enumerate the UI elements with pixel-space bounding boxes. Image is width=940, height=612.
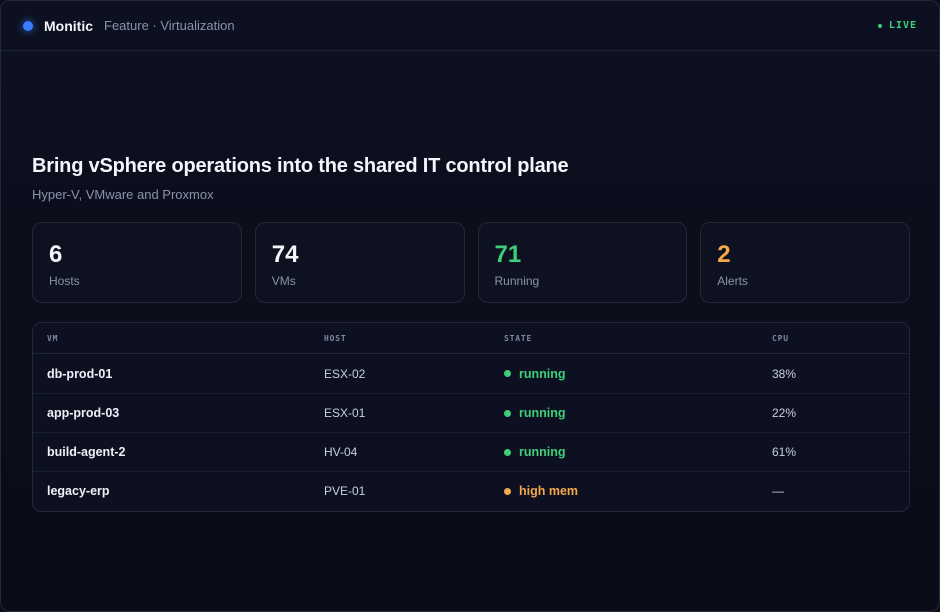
stat-label: VMs <box>271 274 296 288</box>
stat-value: 74 <box>271 241 299 268</box>
vm-name-cell: build-agent-2 <box>47 445 126 459</box>
column-header-vm[interactable]: VM <box>33 334 324 343</box>
stats-row: 6 Hosts 74 VMs 71 Running 2 Alerts <box>32 222 910 303</box>
cpu-cell: 22% <box>772 406 797 420</box>
status-dot-icon <box>504 487 511 495</box>
stat-value: 2 <box>717 241 731 268</box>
status-dot-icon <box>504 448 511 456</box>
stat-value: 6 <box>49 241 63 268</box>
stat-value: 71 <box>494 241 522 268</box>
state-cell: running <box>504 367 772 381</box>
brand-name[interactable]: Monitic <box>44 18 93 34</box>
state-text: running <box>519 445 566 459</box>
stat-card-alerts[interactable]: 2 Alerts <box>700 222 910 303</box>
state-text: running <box>519 406 566 420</box>
brand-logo-icon <box>23 20 33 31</box>
column-header-host[interactable]: HOST <box>324 334 504 343</box>
table-header-row: VM HOST STATE CPU <box>33 323 909 354</box>
table-row[interactable]: build-agent-2 HV-04 running 61% <box>33 432 909 471</box>
app-window: Monitic Feature · Virtualization LIVE Br… <box>0 0 940 612</box>
breadcrumb: Feature · Virtualization <box>104 18 235 33</box>
vm-name-cell: app-prod-03 <box>47 406 120 420</box>
state-text: running <box>519 366 566 381</box>
stat-label: Hosts <box>49 274 80 288</box>
stat-label: Alerts <box>717 274 748 288</box>
page-title: Bring vSphere operations into the shared… <box>32 155 569 177</box>
column-header-state[interactable]: STATE <box>504 334 772 343</box>
cpu-cell: 38% <box>772 366 797 381</box>
state-text: high mem <box>519 484 579 498</box>
vm-name-cell: db-prod-01 <box>47 366 113 381</box>
stat-card-running[interactable]: 71 Running <box>477 222 688 303</box>
live-status-badge: LIVE <box>877 20 917 31</box>
table-row[interactable]: db-prod-01 ESX-02 running 38% <box>33 354 909 393</box>
live-dot-icon <box>877 23 882 28</box>
cpu-cell: 61% <box>772 445 797 459</box>
host-cell: HV-04 <box>324 445 358 459</box>
stat-card-hosts[interactable]: 6 Hosts <box>32 222 242 303</box>
host-cell: ESX-01 <box>324 406 366 420</box>
page-subtitle: Hyper-V, VMware and Proxmox <box>32 187 214 202</box>
stat-label: Running <box>494 274 540 288</box>
table-row[interactable]: app-prod-03 ESX-01 running 22% <box>33 393 909 432</box>
host-cell: ESX-02 <box>324 366 366 381</box>
state-cell: running <box>504 445 772 459</box>
top-bar: Monitic Feature · Virtualization LIVE <box>1 1 939 51</box>
status-dot-icon <box>504 409 511 417</box>
vm-table: VM HOST STATE CPU db-prod-01 ESX-02 runn… <box>32 322 910 512</box>
table-row[interactable]: legacy-erp PVE-01 high mem — <box>33 471 909 510</box>
state-cell: running <box>504 406 772 420</box>
status-dot-icon <box>504 370 511 377</box>
stat-card-vms[interactable]: 74 VMs <box>254 222 465 303</box>
vm-name-cell: legacy-erp <box>47 484 110 498</box>
cpu-cell: — <box>772 484 784 498</box>
live-label: LIVE <box>888 20 917 31</box>
column-header-cpu[interactable]: CPU <box>772 334 909 343</box>
host-cell: PVE-01 <box>324 484 366 498</box>
state-cell: high mem <box>504 484 772 498</box>
